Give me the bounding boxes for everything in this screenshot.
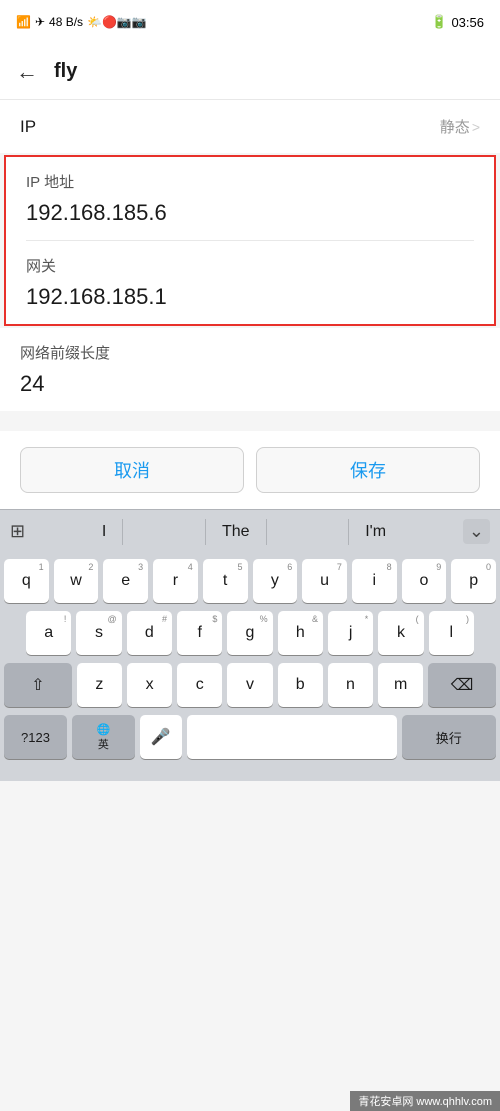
key-f[interactable]: $f	[177, 611, 222, 655]
key-x[interactable]: x	[127, 663, 172, 707]
ip-address-label: IP 地址	[26, 171, 474, 192]
keyboard-dismiss-button[interactable]: ⌄	[463, 519, 490, 544]
gateway-value[interactable]: 192.168.185.1	[26, 284, 474, 310]
suggestion-words: I The I'm	[25, 519, 463, 545]
key-p[interactable]: 0p	[451, 559, 496, 603]
keyboard-row-3: ⇧ z x c v b n m ⌫	[4, 663, 496, 707]
action-buttons: 取消 保存	[0, 431, 500, 509]
wifi-icon: 📶	[16, 15, 31, 29]
network-speed: 48 B/s	[49, 15, 83, 29]
suggest-word-I[interactable]: I	[86, 519, 123, 545]
ip-row[interactable]: IP 静态 >	[0, 100, 500, 153]
shift-key[interactable]: ⇧	[4, 663, 72, 707]
keyboard-suggestion-bar: ⊞ I The I'm ⌄	[0, 509, 500, 553]
page-title: fly	[54, 60, 77, 83]
gateway-field: 网关 192.168.185.1	[6, 241, 494, 324]
key-b[interactable]: b	[278, 663, 323, 707]
weather-icons: 🌤️🔴📷📷	[87, 15, 147, 29]
grid-icon: ⊞	[10, 521, 25, 542]
space-key[interactable]	[187, 715, 397, 759]
suggest-word-Im[interactable]: I'm	[348, 519, 402, 545]
key-h[interactable]: &h	[278, 611, 323, 655]
numbers-key[interactable]: ?123	[4, 715, 67, 759]
keyboard-row-1: 1q 2w 3e 4r 5t 6y 7u 8i 9o 0p	[4, 559, 496, 603]
key-w[interactable]: 2w	[54, 559, 99, 603]
cancel-button[interactable]: 取消	[20, 447, 244, 493]
header: ← fly	[0, 44, 500, 100]
watermark: 青花安卓网 www.qhhlv.com	[350, 1091, 500, 1111]
key-e[interactable]: 3e	[103, 559, 148, 603]
language-key[interactable]: 🌐 英	[72, 715, 135, 759]
key-m[interactable]: m	[378, 663, 423, 707]
red-bordered-section: IP 地址 192.168.185.6 网关 192.168.185.1	[4, 155, 496, 326]
key-l[interactable]: )l	[429, 611, 474, 655]
signal-icon: ✈	[35, 15, 45, 29]
return-key[interactable]: 换行	[402, 715, 496, 759]
globe-icon: 🌐	[97, 723, 111, 736]
delete-key[interactable]: ⌫	[428, 663, 496, 707]
static-label: 静态	[440, 116, 470, 137]
clock: 03:56	[451, 15, 484, 30]
prefix-label: 网络前缀长度	[20, 342, 480, 363]
status-bar: 📶 ✈ 48 B/s 🌤️🔴📷📷 🔋 03:56	[0, 0, 500, 44]
gateway-label: 网关	[26, 255, 474, 276]
keyboard-row-2: !a @s #d $f %g &h *j (k )l	[4, 611, 496, 655]
key-a[interactable]: !a	[26, 611, 71, 655]
key-q[interactable]: 1q	[4, 559, 49, 603]
key-k[interactable]: (k	[378, 611, 423, 655]
key-t[interactable]: 5t	[203, 559, 248, 603]
key-c[interactable]: c	[177, 663, 222, 707]
key-r[interactable]: 4r	[153, 559, 198, 603]
key-y[interactable]: 6y	[253, 559, 298, 603]
status-left: 📶 ✈ 48 B/s 🌤️🔴📷📷	[16, 15, 147, 29]
mic-key[interactable]: 🎤	[140, 715, 182, 759]
chevron-down-icon: ⌄	[469, 521, 484, 541]
key-o[interactable]: 9o	[402, 559, 447, 603]
key-z[interactable]: z	[77, 663, 122, 707]
key-u[interactable]: 7u	[302, 559, 347, 603]
key-s[interactable]: @s	[76, 611, 121, 655]
keyboard-bottom-row: ?123 🌐 英 🎤 换行	[4, 715, 496, 769]
prefix-section: 网络前缀长度 24	[0, 328, 500, 411]
key-v[interactable]: v	[227, 663, 272, 707]
chevron-right-icon: >	[472, 119, 480, 135]
suggest-word-The[interactable]: The	[205, 519, 267, 545]
ip-address-value[interactable]: 192.168.185.6	[26, 200, 474, 241]
keyboard-grid-button[interactable]: ⊞	[10, 521, 25, 542]
key-d[interactable]: #d	[127, 611, 172, 655]
keyboard: 1q 2w 3e 4r 5t 6y 7u 8i 9o 0p !a @s #d $…	[0, 553, 500, 781]
key-i[interactable]: 8i	[352, 559, 397, 603]
key-g[interactable]: %g	[227, 611, 272, 655]
save-button[interactable]: 保存	[256, 447, 480, 493]
key-n[interactable]: n	[328, 663, 373, 707]
content-area: IP 静态 > IP 地址 192.168.185.6 网关 192.168.1…	[0, 100, 500, 509]
ip-static-selector[interactable]: 静态 >	[440, 116, 480, 137]
ip-address-field: IP 地址 192.168.185.6	[6, 157, 494, 241]
back-button[interactable]: ←	[16, 59, 38, 85]
key-j[interactable]: *j	[328, 611, 373, 655]
status-right: 🔋 03:56	[431, 14, 484, 30]
ip-label: IP	[20, 117, 36, 137]
battery-icon: 🔋	[431, 14, 447, 30]
prefix-value[interactable]: 24	[20, 371, 480, 411]
